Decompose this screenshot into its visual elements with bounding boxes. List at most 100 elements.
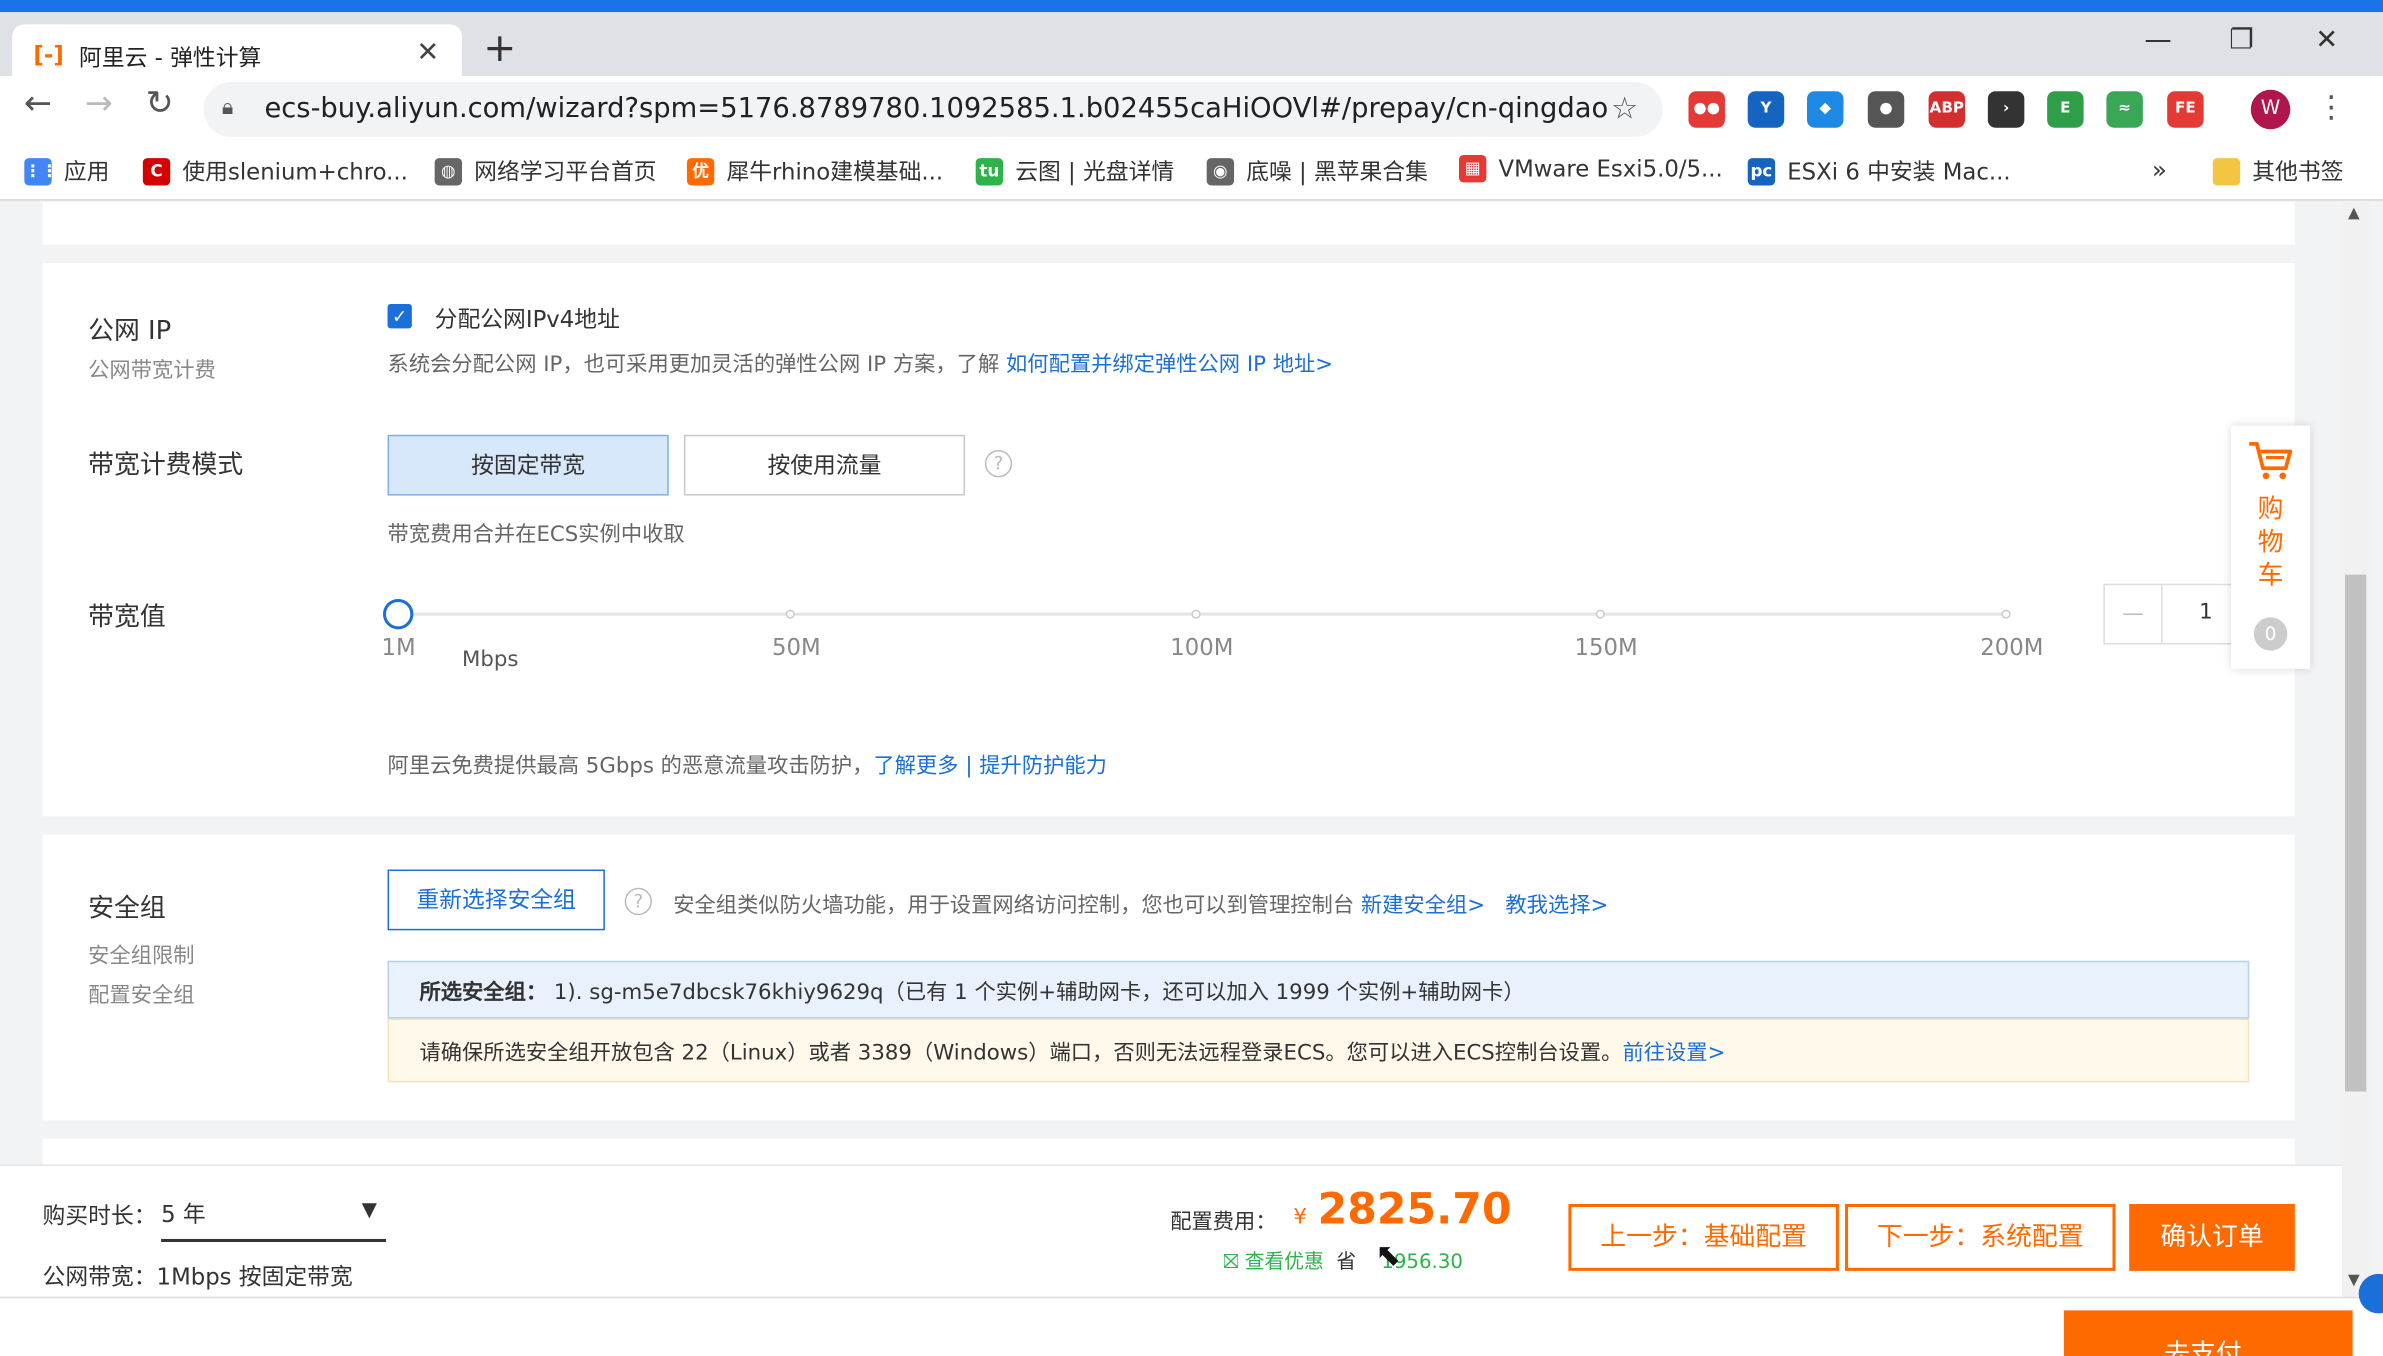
bandwidth-value[interactable]: 1 — [2199, 600, 2213, 624]
teach-me-link[interactable]: 教我选择> — [1505, 894, 1608, 918]
decrease-button[interactable]: — — [2105, 585, 2163, 644]
bookmark-item[interactable]: ◍ 网络学习平台首页 — [434, 155, 657, 187]
extension-green-icon[interactable]: ≈ — [2106, 91, 2143, 128]
browser-menu-icon[interactable]: ⋮ — [2316, 88, 2346, 124]
bandwidth-label: 带宽值 — [88, 601, 166, 633]
tick-label: 150M — [1574, 633, 1638, 662]
bookmark-item[interactable]: tu 云图 | 光盘详情 — [975, 155, 1175, 187]
bookmark-label: 云图 | 光盘详情 — [1015, 158, 1175, 186]
bandwidth-unit: Mbps — [462, 647, 519, 672]
eip-config-link[interactable]: 如何配置并绑定弹性公网 IP 地址> — [1006, 353, 1333, 377]
lock-icon: 🔒︎ — [221, 95, 234, 121]
public-ip-label: 公网 IP — [88, 316, 172, 347]
bandwidth-slider-track[interactable] — [398, 612, 2010, 616]
ipv4-checkbox[interactable]: ✓ — [387, 304, 412, 329]
page-scrollbar[interactable]: ▲ ▼ — [2341, 202, 2370, 1297]
folder-icon — [2212, 157, 2241, 185]
fixed-bandwidth-option[interactable]: 按固定带宽 — [387, 434, 669, 496]
minimize-button[interactable]: — — [2128, 24, 2189, 56]
selected-group-value: 1). sg-m5e7dbcsk76khiy9629q（已有 1 个实例+辅助网… — [553, 980, 1525, 1005]
scrollbar-thumb[interactable] — [2345, 574, 2367, 1092]
close-window-button[interactable]: ✕ — [2296, 24, 2357, 56]
tick-label: 1M — [381, 633, 416, 662]
bookmarks-overflow-icon[interactable]: » — [2152, 155, 2167, 184]
previous-step-button[interactable]: 上一步：基础配置 — [1568, 1203, 1839, 1271]
duration-select[interactable]: 5 年 ▼ — [161, 1184, 387, 1242]
port-warning-box: 请确保所选安全组开放包含 22（Linux）或者 3389（Windows）端口… — [387, 1018, 2250, 1083]
bookmark-item[interactable]: ▦ VMware Esxi5.0/5... — [1458, 155, 1723, 183]
evernote-icon[interactable]: E — [2047, 91, 2084, 128]
url-text[interactable]: ecs-buy.aliyun.com/wizard?spm=5176.87897… — [264, 93, 1608, 125]
close-tab-icon[interactable]: ✕ — [416, 36, 439, 68]
bookmark-item[interactable]: ◉ 底噪 | 黑苹果合集 — [1206, 155, 1428, 187]
back-arrow-icon[interactable]: ← — [15, 85, 61, 123]
bottom-strip: 去支付 — [0, 1273, 2383, 1356]
help-icon[interactable]: ? — [624, 887, 652, 916]
other-bookmarks[interactable]: 其他书签 — [2212, 155, 2344, 187]
extension-blue-icon[interactable]: ◆ — [1807, 91, 1844, 128]
link-separator: | — [958, 754, 980, 779]
extension-dark-icon[interactable]: › — [1987, 91, 2025, 128]
window-top-border — [0, 0, 2383, 13]
port-warning: 请确保所选安全组开放包含 22（Linux）或者 3389（Windows）端口… — [419, 1037, 1725, 1067]
port-warning-text: 请确保所选安全组开放包含 22（Linux）或者 3389（Windows）端口… — [419, 1041, 1623, 1066]
other-bookmarks-label: 其他书签 — [2252, 158, 2344, 186]
tick-label: 100M — [1170, 633, 1234, 662]
traffic-billing-option[interactable]: 按使用流量 — [683, 434, 966, 496]
bandwidth-slider-handle[interactable] — [382, 598, 414, 630]
scroll-up-arrow-icon[interactable]: ▲ — [2348, 205, 2360, 222]
extension-balls-icon[interactable]: ● — [1867, 91, 1905, 128]
confirm-order-button[interactable]: 确认订单 — [2129, 1203, 2295, 1271]
upgrade-protection-link[interactable]: 提升防护能力 — [979, 754, 1107, 778]
help-icon[interactable]: ? — [984, 449, 1013, 478]
apps-grid-icon: ⋮⋮ — [24, 157, 58, 185]
forward-arrow-icon[interactable]: → — [76, 85, 122, 123]
security-group-description: 安全组类似防火墙功能，用于设置网络访问控制，您也可以到管理控制台 新建安全组> … — [673, 889, 1608, 919]
reload-icon[interactable]: ↻ — [137, 85, 183, 123]
restore-button[interactable]: ❐ — [2211, 24, 2272, 56]
configure-security-group-link[interactable]: 配置安全组 — [88, 979, 194, 1009]
scroll-down-arrow-icon[interactable]: ▼ — [2348, 1272, 2360, 1289]
aliyun-favicon-icon: [-] — [33, 41, 64, 69]
view-discount-link[interactable]: 查看优惠 — [1245, 1251, 1324, 1274]
page-content: 公网 IP 公网带宽计费 ✓ 分配公网IPv4地址 系统会分配公网 IP，也可采… — [0, 202, 2349, 1297]
extension-red-icon[interactable]: ●● — [1688, 91, 1725, 128]
bookmark-label: 应用 — [63, 158, 110, 186]
currency-symbol: ¥ — [1293, 1205, 1307, 1230]
public-ip-sublabel: 公网带宽计费 — [88, 358, 216, 384]
bookmark-item[interactable]: ⋮⋮ 应用 — [24, 155, 109, 187]
ddos-protection-note: 阿里云免费提供最高 5Gbps 的恶意流量攻击防护，了解更多 | 提升防护能力 — [388, 749, 1107, 779]
next-step-button[interactable]: 下一步：系统配置 — [1845, 1203, 2116, 1271]
bookmark-star-icon[interactable]: ☆ — [1611, 90, 1638, 126]
new-security-group-link[interactable]: 新建安全组> — [1361, 894, 1485, 918]
slider-mark-150 — [1595, 609, 1605, 619]
tab-title: 阿里云 - 弹性计算 — [79, 44, 262, 72]
profile-avatar[interactable]: W — [2250, 89, 2291, 130]
fe-icon[interactable]: FE — [2167, 91, 2204, 128]
bookmark-item[interactable]: pc ESXi 6 中安装 Mac... — [1747, 155, 2011, 187]
learn-more-link[interactable]: 了解更多 — [873, 754, 958, 778]
bookmark-label: 犀牛rhino建模基础... — [726, 158, 944, 186]
new-tab-button[interactable]: + — [483, 29, 516, 69]
selected-security-group-box: 所选安全组： 1). sg-m5e7dbcsk76khiy9629q（已有 1 … — [387, 960, 2250, 1019]
security-group-limit-link[interactable]: 安全组限制 — [88, 939, 194, 969]
bookmark-item[interactable]: C 使用slenium+chro... — [142, 155, 408, 187]
cart-count-badge: 0 — [2253, 617, 2288, 651]
adblock-icon[interactable]: ABP — [1928, 91, 1966, 128]
partial-pay-button[interactable]: 去支付 — [2063, 1310, 2353, 1356]
selected-group-label: 所选安全组： — [419, 980, 548, 1005]
reselect-security-group-button[interactable]: 重新选择安全组 — [387, 869, 605, 931]
ipv4-checkbox-label: 分配公网IPv4地址 — [434, 305, 620, 333]
extension-y-icon[interactable]: Y — [1747, 91, 1785, 128]
shopping-cart-widget[interactable]: 购物车 0 — [2231, 425, 2311, 669]
previous-section-tail — [42, 202, 2295, 245]
pc-icon: pc — [1747, 157, 1776, 185]
billing-mode-label: 带宽计费模式 — [88, 449, 244, 481]
go-settings-link[interactable]: 前往设置> — [1622, 1041, 1725, 1065]
ddos-text: 阿里云免费提供最高 5Gbps 的恶意流量攻击防护， — [387, 754, 874, 779]
address-bar[interactable]: 🔒︎ ecs-buy.aliyun.com/wizard?spm=5176.87… — [203, 82, 1663, 137]
bandwidth-summary-label: 公网带宽： — [42, 1263, 157, 1291]
slider-mark-200 — [2001, 609, 2011, 619]
duration-value: 5 年 — [161, 1200, 206, 1229]
bookmark-item[interactable]: 优犀牛rhino建模基础... — [686, 155, 944, 187]
